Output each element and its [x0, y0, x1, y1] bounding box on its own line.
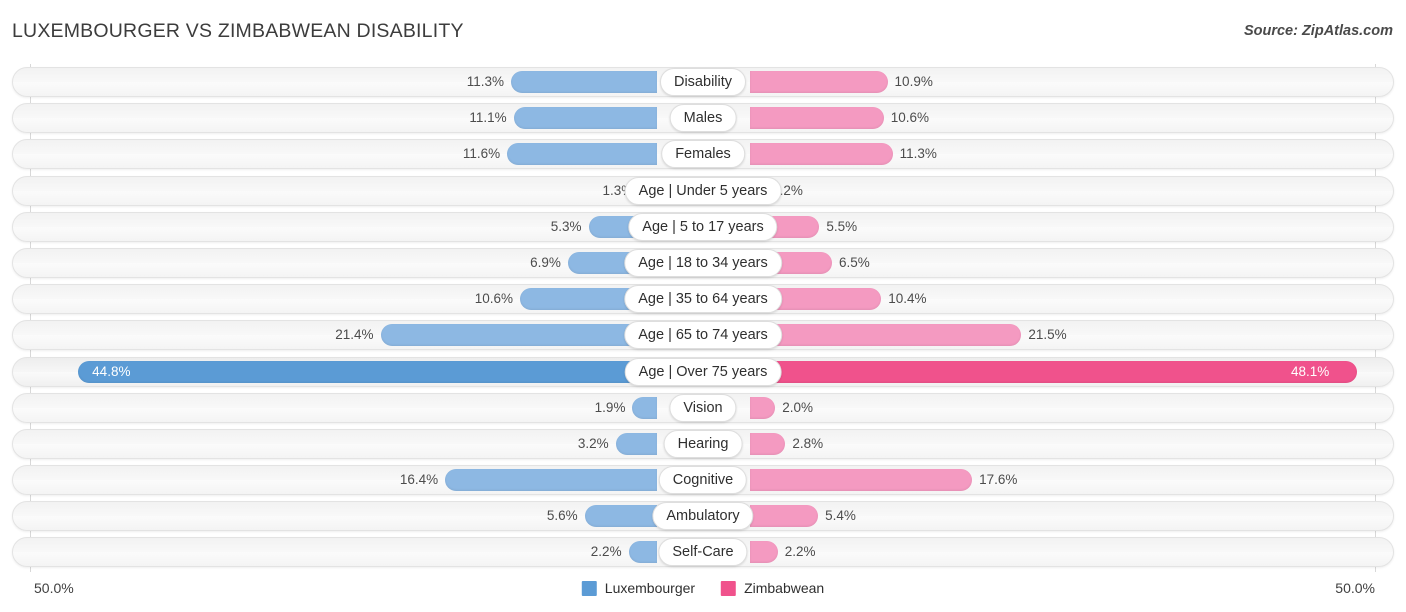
value-label-zimbabwean: 11.3% — [899, 146, 937, 162]
bar-luxembourger — [628, 541, 657, 564]
table-row[interactable]: 3.2% 2.8% Hearing — [0, 426, 1406, 462]
value-label-zimbabwean: 5.4% — [825, 508, 856, 524]
value-label-luxembourger: 21.4% — [335, 327, 374, 343]
bar-luxembourger — [584, 505, 657, 528]
table-row[interactable]: 11.3% 10.9% Disability — [0, 64, 1406, 100]
bar-zimbabwean — [750, 505, 819, 528]
table-row[interactable]: 10.6% 10.4% Age | 35 to 64 years — [0, 281, 1406, 317]
table-row[interactable]: 16.4% 17.6% Cognitive — [0, 462, 1406, 498]
row-label-pill: Hearing — [663, 429, 743, 458]
value-label-luxembourger: 16.4% — [399, 472, 439, 488]
value-label-zimbabwean: 5.5% — [826, 218, 858, 234]
value-label-zimbabwean: 48.1% — [1291, 363, 1330, 379]
table-row[interactable]: 11.1% 10.6% Males — [0, 100, 1406, 136]
legend-label: Luxembourger — [604, 580, 696, 596]
value-label-luxembourger: 6.9% — [530, 254, 561, 270]
row-label-pill: Age | 5 to 17 years — [628, 212, 778, 241]
table-row[interactable]: 5.6% 5.4% Ambulatory — [0, 498, 1406, 534]
row-label-pill: Age | 35 to 64 years — [624, 285, 782, 314]
axis-label-left: 50.0% — [34, 580, 74, 596]
value-label-luxembourger: 10.6% — [474, 291, 514, 307]
bar-zimbabwean — [750, 71, 888, 93]
legend-label: Zimbabwean — [744, 580, 825, 596]
bar-luxembourger — [380, 324, 657, 347]
bar-luxembourger — [513, 107, 657, 130]
axis-label-right: 50.0% — [1335, 580, 1375, 596]
table-row[interactable]: 1.9% 2.0% Vision — [0, 390, 1406, 426]
value-label-zimbabwean: 2.2% — [784, 544, 816, 560]
value-label-luxembourger: 5.6% — [546, 508, 578, 524]
page-title: LUXEMBOURGER VS ZIMBABWEAN DISABILITY — [12, 20, 464, 42]
value-label-zimbabwean: 2.0% — [782, 399, 814, 415]
row-label-pill: Age | 18 to 34 years — [624, 248, 782, 277]
row-label-pill: Males — [669, 104, 737, 133]
bar-zimbabwean — [750, 143, 893, 166]
table-row[interactable]: 2.2% 2.2% Self-Care — [0, 534, 1406, 570]
bar-luxembourger — [511, 71, 657, 93]
value-label-zimbabwean: 17.6% — [979, 472, 1018, 488]
row-label-pill: Age | Under 5 years — [624, 176, 782, 205]
table-row[interactable]: 11.6% 11.3% Females — [0, 136, 1406, 172]
row-label-pill: Self-Care — [658, 538, 748, 567]
row-label-pill: Vision — [669, 393, 737, 422]
bar-zimbabwean — [750, 360, 1358, 383]
table-row[interactable]: 1.3% 1.2% Age | Under 5 years — [0, 173, 1406, 209]
value-label-zimbabwean: 10.4% — [888, 291, 927, 307]
row-label-pill: Age | Over 75 years — [624, 357, 782, 386]
bar-luxembourger — [632, 396, 657, 419]
bar-zimbabwean — [750, 107, 884, 130]
legend-swatch-icon — [721, 580, 737, 596]
value-label-luxembourger: 11.6% — [462, 146, 501, 162]
value-label-zimbabwean: 10.6% — [890, 110, 930, 126]
value-label-luxembourger: 2.2% — [590, 544, 622, 560]
value-label-luxembourger: 44.8% — [92, 363, 131, 379]
table-row[interactable]: 6.9% 6.5% Age | 18 to 34 years — [0, 245, 1406, 281]
table-row[interactable]: 21.4% 21.5% Age | 65 to 74 years — [0, 317, 1406, 353]
legend-item[interactable]: Luxembourger — [581, 580, 696, 596]
value-label-luxembourger: 11.3% — [466, 74, 505, 89]
value-label-zimbabwean: 21.5% — [1028, 327, 1067, 343]
chart-rows: 11.3% 10.9% Disability 11.1% 10.6% Males 11.6%… — [0, 64, 1406, 571]
bar-luxembourger — [507, 143, 657, 166]
bar-luxembourger — [615, 432, 657, 455]
bar-luxembourger — [445, 469, 657, 492]
bar-zimbabwean — [750, 541, 778, 564]
legend-swatch-icon — [581, 580, 597, 596]
bar-zimbabwean — [750, 396, 776, 419]
value-label-zimbabwean: 2.8% — [792, 435, 824, 451]
value-label-zimbabwean: 6.5% — [839, 254, 870, 270]
row-label-pill: Females — [661, 140, 745, 169]
value-label-luxembourger: 1.9% — [594, 399, 626, 415]
row-label-pill: Cognitive — [658, 466, 748, 495]
chart-legend: Luxembourger Zimbabwean — [581, 580, 824, 596]
source-attribution: Source: ZipAtlas.com — [1243, 23, 1393, 39]
table-row[interactable]: 44.8% 48.1% Age | Over 75 years — [0, 354, 1406, 390]
table-row[interactable]: 5.3% 5.5% Age | 5 to 17 years — [0, 209, 1406, 245]
value-label-zimbabwean: 10.9% — [894, 74, 933, 89]
value-label-luxembourger: 3.2% — [577, 435, 609, 451]
row-label-pill: Disability — [659, 68, 747, 96]
value-label-luxembourger: 5.3% — [550, 218, 582, 234]
diverging-bar-chart: 11.3% 10.9% Disability 11.1% 10.6% Males 11.6%… — [0, 64, 1406, 572]
bar-zimbabwean — [750, 432, 786, 455]
bar-luxembourger — [78, 360, 657, 383]
row-label-pill: Age | 65 to 74 years — [624, 321, 782, 350]
chart-page: LUXEMBOURGER VS ZIMBABWEAN DISABILITY So… — [0, 0, 1406, 612]
value-label-luxembourger: 11.1% — [469, 110, 507, 126]
legend-item[interactable]: Zimbabwean — [721, 580, 824, 596]
bar-zimbabwean — [750, 324, 1022, 347]
bar-zimbabwean — [750, 469, 973, 492]
chart-footer: 50.0% 50.0% Luxembourger Zimbabwean — [0, 572, 1406, 612]
row-label-pill: Ambulatory — [652, 502, 754, 531]
